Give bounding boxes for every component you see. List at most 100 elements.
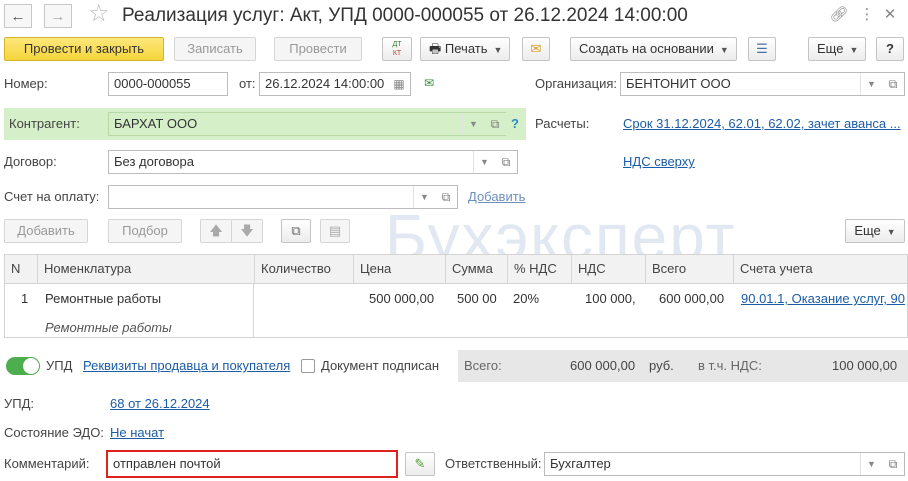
paste-row-button[interactable]: ▤ [320, 219, 350, 243]
chevron-down-icon: ▼ [719, 45, 729, 55]
email-button[interactable]: ✉ [522, 37, 550, 61]
column-header-sum[interactable]: Сумма [445, 255, 493, 283]
row-item[interactable]: Ремонтные работы [45, 288, 161, 310]
invoice-dropdown-icon[interactable]: ▼ [413, 186, 435, 208]
create-based-label: Создать на основании [579, 41, 714, 56]
row-vat-rate[interactable]: 20% [513, 288, 539, 310]
column-header-price[interactable]: Цена [353, 255, 391, 283]
organization-open-icon[interactable]: ⧉ [882, 73, 904, 95]
column-header-qty[interactable]: Количество [254, 255, 331, 283]
arrow-left-icon: ← [10, 7, 26, 25]
paste-icon: ▤ [328, 223, 342, 238]
totals-bar: Всего: 600 000,00 руб. в т.ч. НДС: 100 0… [458, 350, 908, 382]
copy-row-button[interactable]: ⧉ [281, 219, 311, 243]
edo-state-label: Состояние ЭДО: [4, 425, 104, 440]
counterparty-field[interactable]: БАРХАТ ООО [108, 112, 506, 136]
column-header-accounts[interactable]: Счета учета [733, 255, 813, 283]
dt-kt-button[interactable]: ДТ КТ [382, 37, 412, 61]
favorite-star-icon[interactable]: ☆ [88, 1, 110, 27]
add-row-button[interactable]: Добавить [4, 219, 88, 243]
column-header-n[interactable]: N [5, 255, 20, 283]
row-total[interactable]: 600 000,00 [659, 288, 724, 310]
document-status-icon[interactable]: ✉ [424, 76, 440, 92]
number-field[interactable]: 0000-000055 [108, 72, 228, 96]
document-signed-checkbox[interactable] [301, 359, 315, 373]
close-icon[interactable]: ✕ [880, 5, 900, 25]
table-more-label: Еще [854, 223, 881, 238]
link-icon[interactable]: 🔗︎ [829, 5, 849, 25]
document-signed-label: Документ подписан [321, 358, 440, 373]
table-row[interactable]: 1 Ремонтные работы Ремонтные работы 500 … [4, 284, 908, 338]
row-price[interactable]: 500 000,00 [369, 288, 434, 310]
requisites-link[interactable]: Реквизиты продавца и покупателя [83, 355, 290, 377]
date-label: от: [239, 76, 256, 91]
move-down-button[interactable]: 🡇︎ [231, 219, 263, 243]
post-button[interactable]: Провести [274, 37, 362, 61]
vat-on-top-link[interactable]: НДС сверху [623, 151, 695, 173]
post-and-close-button[interactable]: Провести и закрыть [4, 37, 164, 61]
column-header-vat[interactable]: НДС [571, 255, 606, 283]
responsible-label: Ответственный: [445, 456, 542, 471]
back-button[interactable]: ← [4, 4, 32, 28]
pencil-icon: ✎ [414, 456, 426, 471]
invoice-add-link[interactable]: Добавить [468, 186, 525, 208]
vat-included-value: 100 000,00 [832, 358, 898, 373]
responsible-field[interactable]: Бухгалтер [544, 452, 905, 476]
invoice-label: Счет на оплату: [4, 189, 100, 204]
invoice-field[interactable] [108, 185, 458, 209]
dt-kt-icon: ДТ КТ [392, 41, 402, 57]
menu-dots-icon[interactable]: ⋮ [857, 5, 877, 25]
column-header-total[interactable]: Всего [645, 255, 686, 283]
responsible-dropdown-icon[interactable]: ▼ [860, 453, 882, 475]
contract-field[interactable]: Без договора [108, 150, 518, 174]
vat-included-label: в т.ч. НДС: [698, 358, 762, 373]
edit-comment-button[interactable]: ✎ [405, 452, 435, 476]
pick-button[interactable]: Подбор [108, 219, 182, 243]
table-header: N Номенклатура Количество Цена Сумма % Н… [4, 254, 908, 284]
contract-value: Без договора [114, 154, 194, 169]
contract-dropdown-icon[interactable]: ▼ [473, 151, 495, 173]
comment-label: Комментарий: [4, 456, 90, 471]
counterparty-open-icon[interactable]: ⧉ [484, 113, 506, 135]
upd-toggle[interactable] [6, 357, 40, 375]
row-sum[interactable]: 500 00 [457, 288, 497, 310]
forward-button[interactable]: → [44, 4, 72, 28]
report-button[interactable]: ☰ [748, 37, 776, 61]
organization-label: Организация: [535, 76, 618, 91]
envelope-icon: ✉ [530, 41, 542, 56]
upd-link[interactable]: 68 от 26.12.2024 [110, 393, 210, 415]
organization-value: БЕНТОНИТ ООО [626, 76, 731, 91]
currency-label: руб. [649, 358, 674, 373]
print-button[interactable]: 🖶︎ Печать ▼ [420, 37, 510, 61]
copy-icon: ⧉ [291, 223, 301, 238]
move-up-button[interactable]: 🡅︎ [200, 219, 232, 243]
row-item-content[interactable]: Ремонтные работы [45, 317, 172, 339]
responsible-open-icon[interactable]: ⧉ [882, 453, 904, 475]
column-header-item[interactable]: Номенклатура [37, 255, 131, 283]
create-based-button[interactable]: Создать на основании ▼ [570, 37, 737, 61]
counterparty-value: БАРХАТ ООО [114, 116, 198, 131]
contract-label: Договор: [4, 154, 57, 169]
counterparty-help-icon[interactable]: ? [511, 113, 519, 135]
contract-open-icon[interactable]: ⧉ [495, 151, 517, 173]
row-accounts-link[interactable]: 90.01.1, Оказание услуг, 90 [741, 288, 907, 310]
total-label: Всего: [464, 358, 502, 373]
column-header-vat-rate[interactable]: % НДС [507, 255, 557, 283]
invoice-open-icon[interactable]: ⧉ [435, 186, 457, 208]
number-label: Номер: [4, 76, 48, 91]
organization-dropdown-icon[interactable]: ▼ [860, 73, 882, 95]
chevron-down-icon: ▼ [849, 45, 859, 55]
row-vat[interactable]: 100 000, [585, 288, 636, 310]
arrow-right-icon: → [50, 7, 66, 25]
edo-state-link[interactable]: Не начат [110, 422, 164, 444]
save-button[interactable]: Записать [174, 37, 256, 61]
upd-toggle-label: УПД [46, 358, 73, 373]
counterparty-dropdown-icon[interactable]: ▼ [462, 113, 484, 135]
comment-field[interactable]: отправлен почтой [106, 450, 398, 478]
calendar-icon[interactable]: ▦ [389, 73, 409, 95]
more-button[interactable]: Еще ▼ [808, 37, 866, 61]
table-more-button[interactable]: Еще ▼ [845, 219, 905, 243]
arrow-up-icon: 🡅︎ [209, 223, 223, 238]
help-button[interactable]: ? [876, 37, 904, 61]
settlements-link[interactable]: Срок 31.12.2024, 62.01, 62.02, зачет ава… [623, 113, 901, 135]
